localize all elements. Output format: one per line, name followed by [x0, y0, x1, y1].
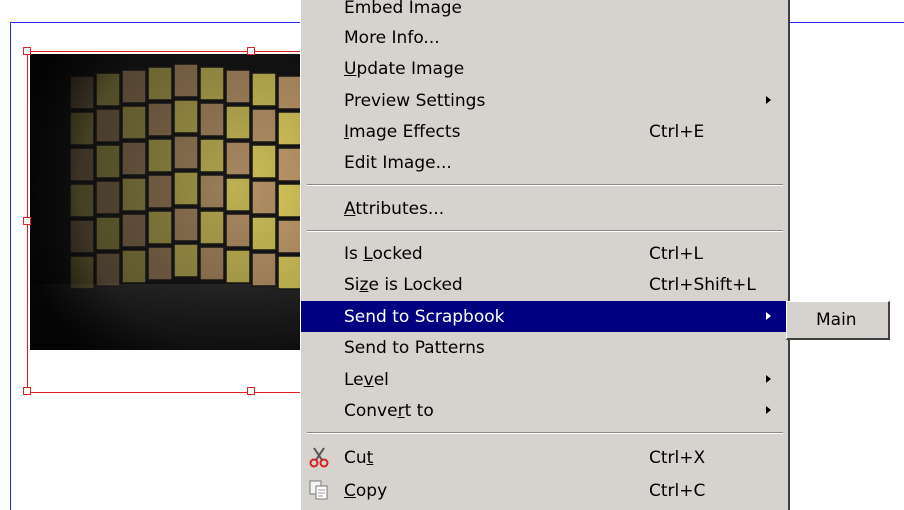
menu-item-is-locked[interactable]: Is Locked Ctrl+L	[301, 238, 789, 269]
menu-item-label: Size is Locked	[344, 274, 463, 295]
context-menu: Embed Image More Info... Update Image Pr…	[300, 0, 790, 510]
menu-item-label: Edit Image...	[344, 152, 452, 173]
menu-item-edit-image[interactable]: Edit Image...	[301, 147, 789, 178]
menu-item-size-is-locked[interactable]: Size is Locked Ctrl+Shift+L	[301, 269, 789, 300]
menu-item-level[interactable]: Level	[301, 364, 789, 395]
menu-item-label: Attributes...	[344, 198, 445, 219]
menu-item-more-info[interactable]: More Info...	[301, 22, 789, 53]
resize-handle-top-center[interactable]	[247, 47, 255, 55]
menu-item-convert-to[interactable]: Convert to	[301, 395, 789, 426]
menu-item-label: Update Image	[344, 58, 465, 79]
menu-item-shortcut: Ctrl+X	[649, 447, 706, 468]
menu-item-attributes[interactable]: Attributes...	[301, 193, 789, 224]
menu-item-shortcut: Ctrl+Shift+L	[649, 274, 756, 295]
scissors-icon	[308, 446, 330, 468]
submenu-arrow-icon	[766, 96, 771, 104]
submenu-item-label: Main	[816, 310, 857, 330]
submenu-item-main[interactable]: Main	[787, 302, 887, 338]
resize-handle-top-left[interactable]	[23, 47, 31, 55]
menu-item-send-to-scrapbook[interactable]: Send to Scrapbook	[301, 301, 789, 332]
resize-handle-middle-left[interactable]	[23, 217, 31, 225]
menu-item-preview-settings[interactable]: Preview Settings	[301, 85, 789, 116]
menu-item-label: Image Effects	[344, 121, 461, 142]
resize-handle-bottom-center[interactable]	[247, 387, 255, 395]
menu-item-label: Convert to	[344, 400, 434, 421]
menu-item-label: Preview Settings	[344, 90, 486, 111]
scrapbook-submenu: Main	[786, 301, 890, 340]
menu-item-label: Is Locked	[344, 243, 423, 264]
menu-item-label: More Info...	[344, 27, 440, 48]
menu-item-label: Send to Patterns	[344, 337, 485, 358]
selection-frame	[27, 51, 329, 393]
menu-item-embed-image[interactable]: Embed Image	[301, 0, 789, 23]
menu-item-cut[interactable]: Cut Ctrl+X	[301, 442, 789, 473]
menu-separator	[307, 432, 783, 434]
canvas: Embed Image More Info... Update Image Pr…	[0, 0, 904, 510]
menu-separator	[307, 230, 783, 232]
menu-item-send-to-patterns[interactable]: Send to Patterns	[301, 332, 789, 363]
submenu-arrow-icon	[766, 406, 771, 414]
menu-item-update-image[interactable]: Update Image	[301, 53, 789, 84]
submenu-arrow-icon	[766, 375, 771, 383]
copy-icon	[308, 479, 330, 501]
page-border-left	[10, 22, 11, 510]
submenu-arrow-icon	[766, 312, 771, 320]
menu-separator	[307, 184, 783, 186]
menu-item-shortcut: Ctrl+C	[649, 480, 706, 501]
resize-handle-bottom-left[interactable]	[23, 387, 31, 395]
menu-item-label: Embed Image	[344, 0, 462, 18]
menu-item-label: Copy	[344, 480, 388, 501]
menu-item-label: Send to Scrapbook	[344, 306, 505, 327]
menu-item-shortcut: Ctrl+E	[649, 121, 705, 142]
menu-item-image-effects[interactable]: Image Effects Ctrl+E	[301, 116, 789, 147]
menu-item-label: Level	[344, 369, 389, 390]
menu-item-shortcut: Ctrl+L	[649, 243, 703, 264]
menu-item-label: Cut	[344, 447, 374, 468]
menu-item-copy[interactable]: Copy Ctrl+C	[301, 475, 789, 506]
